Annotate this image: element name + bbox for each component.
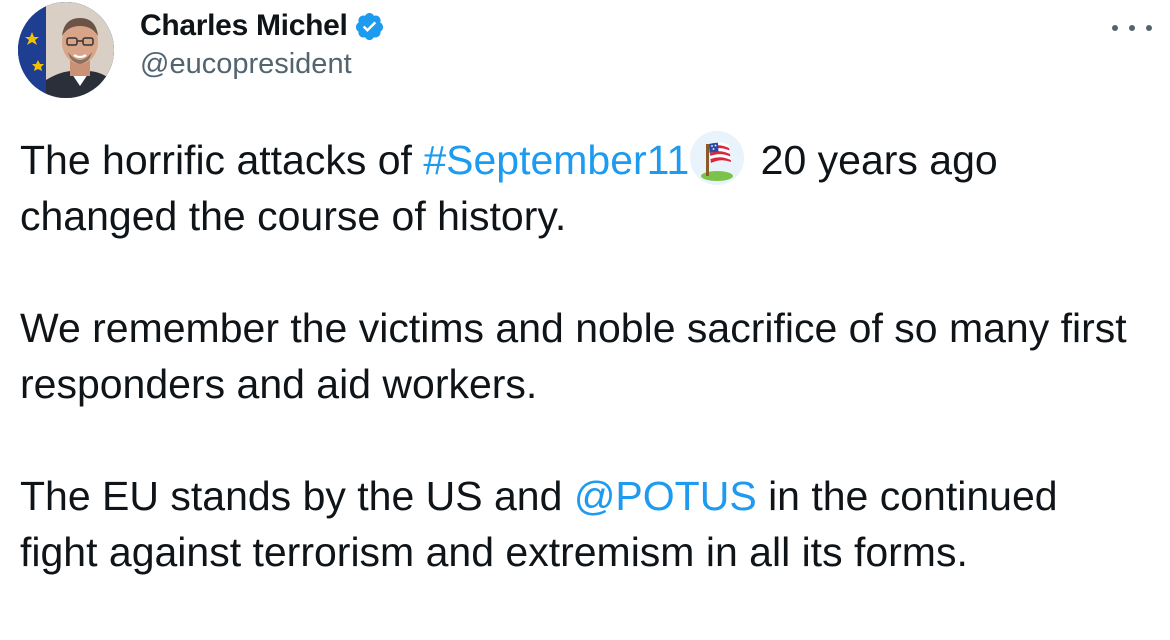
tweet: Charles Michel @eucopresident The horrif… [0, 0, 1170, 640]
tweet-paragraph-2: We remember the victims and noble sacrif… [20, 305, 1127, 407]
tweet-paragraph-1: The horrific attacks of #September11 20 … [20, 130, 1140, 244]
profile-photo-icon [18, 2, 114, 98]
text-segment: The horrific attacks of [20, 137, 424, 183]
hashtag-link[interactable]: #September11 [423, 137, 689, 183]
more-dot [1112, 25, 1118, 31]
more-dot [1129, 25, 1135, 31]
us-flag-hashflag-icon [689, 130, 745, 186]
more-dot [1146, 25, 1152, 31]
display-name[interactable]: Charles Michel [140, 9, 348, 43]
avatar[interactable] [18, 2, 114, 98]
mention-link[interactable]: @POTUS [574, 473, 757, 519]
text-segment: The EU stands by the US and [20, 473, 574, 519]
tweet-paragraph-3: The EU stands by the US and @POTUS in th… [20, 468, 1140, 580]
tweet-text: The horrific attacks of #September11 20 … [20, 130, 1140, 580]
author-handle[interactable]: @eucopresident [140, 48, 352, 81]
verified-badge-icon [354, 11, 385, 42]
author-name-row[interactable]: Charles Michel [140, 8, 385, 44]
more-options-icon[interactable] [1112, 20, 1152, 36]
